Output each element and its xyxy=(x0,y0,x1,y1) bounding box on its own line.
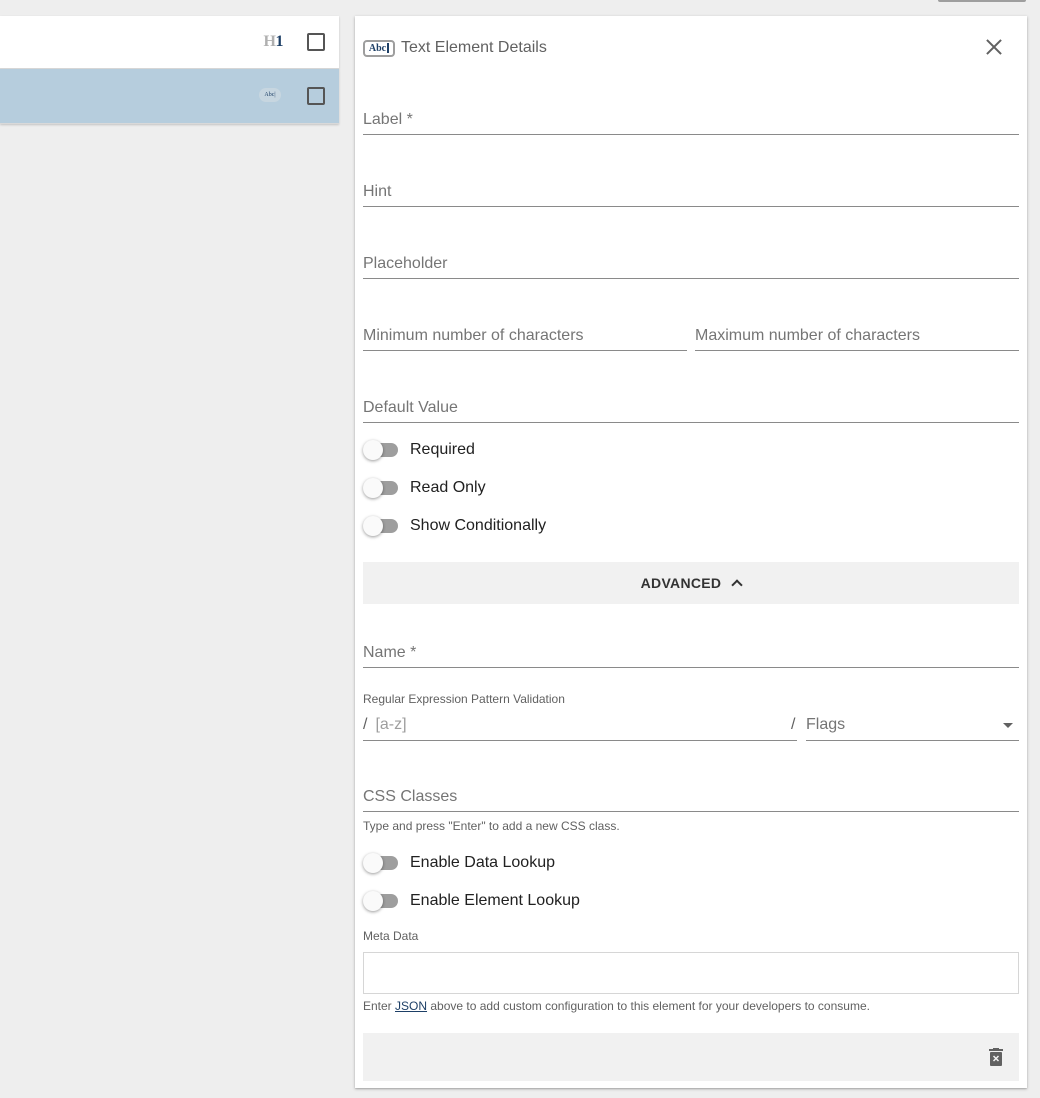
label-input[interactable] xyxy=(363,105,1019,135)
toggle-label: Read Only xyxy=(410,479,486,496)
toggle-switch[interactable] xyxy=(363,853,399,873)
top-edge-button[interactable] xyxy=(938,0,1026,2)
name-input[interactable] xyxy=(363,638,1019,668)
toggle-switch[interactable] xyxy=(363,440,399,460)
flags-select[interactable]: Flags xyxy=(806,710,1019,741)
chevron-up-icon xyxy=(731,579,744,591)
element-list: H1 Abc| xyxy=(0,16,339,124)
hint-input[interactable] xyxy=(363,177,1019,207)
close-icon[interactable] xyxy=(985,38,1003,56)
toggle-label: Enable Data Lookup xyxy=(410,854,555,871)
meta-data-label: Meta Data xyxy=(363,929,419,943)
max-chars-input[interactable] xyxy=(695,321,1019,351)
panel-footer xyxy=(363,1033,1019,1081)
enable-data-lookup-toggle[interactable]: Enable Data Lookup xyxy=(363,851,555,875)
heading-h1-icon: H1 xyxy=(263,33,284,50)
meta-helper-text: Enter JSON above to add custom configura… xyxy=(363,999,870,1013)
placeholder-field-wrap xyxy=(363,249,1019,279)
json-link[interactable]: JSON xyxy=(395,999,427,1013)
text-element-details-panel: Abc Text Element Details Required Read O… xyxy=(355,16,1027,1088)
toggle-label: Required xyxy=(410,441,475,458)
label-field-wrap xyxy=(363,105,1019,135)
list-item-heading[interactable]: H1 xyxy=(0,16,339,69)
required-toggle[interactable]: Required xyxy=(363,438,475,462)
advanced-toggle-button[interactable]: ADVANCED xyxy=(363,562,1019,604)
regex-label: Regular Expression Pattern Validation xyxy=(363,692,565,706)
max-chars-field-wrap xyxy=(695,321,1019,351)
default-value-field-wrap xyxy=(363,393,1019,423)
min-chars-field-wrap xyxy=(363,321,687,351)
regex-row: / / Flags xyxy=(363,710,1019,741)
text-field-icon: Abc| xyxy=(259,88,281,102)
panel-header: Abc Text Element Details xyxy=(363,37,547,59)
toggle-label: Show Conditionally xyxy=(410,517,547,534)
regex-pattern-input[interactable] xyxy=(375,716,776,734)
placeholder-input[interactable] xyxy=(363,249,1019,279)
flags-label: Flags xyxy=(806,716,846,733)
row-checkbox[interactable] xyxy=(307,87,325,105)
css-helper-text: Type and press "Enter" to add a new CSS … xyxy=(363,819,620,833)
hint-field-wrap xyxy=(363,177,1019,207)
regex-prefix: / xyxy=(363,716,368,733)
min-chars-input[interactable] xyxy=(363,321,687,351)
default-value-input[interactable] xyxy=(363,393,1019,423)
read-only-toggle[interactable]: Read Only xyxy=(363,476,486,500)
show-conditionally-toggle[interactable]: Show Conditionally xyxy=(363,514,546,538)
panel-title: Text Element Details xyxy=(401,39,547,56)
delete-icon[interactable] xyxy=(989,1048,1003,1066)
list-item-text-element[interactable]: Abc| xyxy=(0,69,339,124)
meta-data-input[interactable] xyxy=(363,952,1019,994)
toggle-switch[interactable] xyxy=(363,478,399,498)
caret-down-icon xyxy=(1003,723,1013,728)
regex-separator: / xyxy=(791,716,796,733)
row-checkbox[interactable] xyxy=(307,33,325,51)
text-field-icon: Abc xyxy=(363,39,395,57)
css-classes-input[interactable] xyxy=(363,782,1019,812)
regex-input-wrap: / xyxy=(363,710,797,741)
toggle-switch[interactable] xyxy=(363,891,399,911)
enable-element-lookup-toggle[interactable]: Enable Element Lookup xyxy=(363,889,580,913)
css-classes-field-wrap xyxy=(363,782,1019,812)
advanced-label: ADVANCED xyxy=(640,575,722,591)
toggle-label: Enable Element Lookup xyxy=(410,892,580,909)
toggle-switch[interactable] xyxy=(363,516,399,536)
name-field-wrap xyxy=(363,638,1019,668)
